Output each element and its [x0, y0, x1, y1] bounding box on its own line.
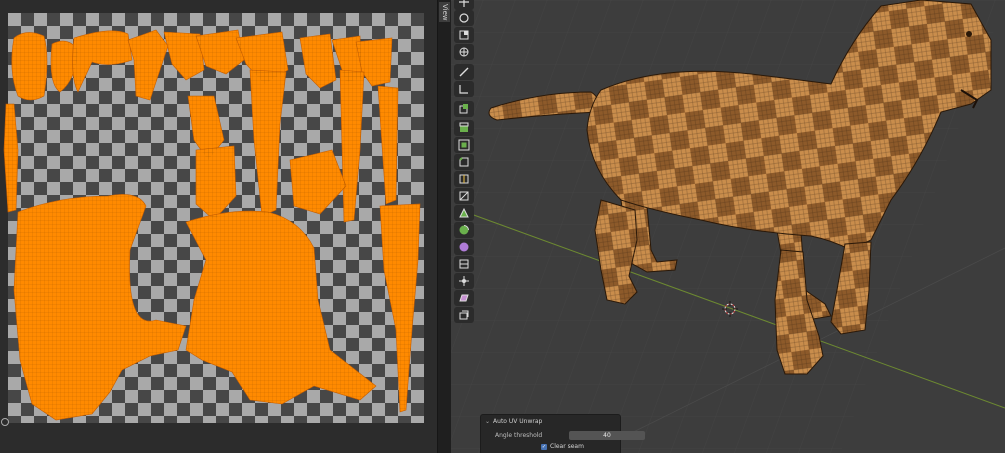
uv-islands-layer[interactable] — [0, 0, 437, 453]
scale-icon[interactable] — [454, 27, 474, 43]
rotate-icon[interactable] — [454, 10, 474, 26]
uv-sidebar-strip: View — [437, 0, 452, 453]
smooth-icon[interactable] — [454, 239, 474, 255]
clear-seam-label: Clear seam — [550, 443, 584, 450]
bevel-icon[interactable] — [454, 154, 474, 170]
viewport-scene[interactable] — [451, 0, 1005, 453]
clear-seam-checkbox[interactable]: ✓ — [541, 443, 547, 450]
panel-header[interactable]: ⌄ Auto UV Unwrap — [485, 418, 542, 425]
panel-title: Auto UV Unwrap — [493, 418, 543, 425]
transform-icon[interactable] — [454, 44, 474, 60]
add-cube-icon[interactable] — [454, 101, 474, 117]
knife-icon[interactable] — [454, 188, 474, 204]
shear-icon[interactable] — [454, 290, 474, 306]
edge-slide-icon[interactable] — [454, 256, 474, 272]
poly-build-icon[interactable] — [454, 205, 474, 221]
loop-cut-icon[interactable] — [454, 171, 474, 187]
uv-editor[interactable] — [0, 0, 437, 453]
adjust-last-operation-panel[interactable]: ⌄ Auto UV Unwrap Angle threshold 40 ✓ Cl… — [480, 414, 645, 453]
measure-icon[interactable] — [454, 81, 474, 97]
chevron-down-icon[interactable]: ⌄ — [485, 418, 490, 425]
tab-view[interactable]: View — [439, 2, 450, 22]
uv-cursor-icon[interactable] — [1, 418, 9, 426]
spin-icon[interactable] — [454, 222, 474, 238]
annotate-icon[interactable] — [454, 64, 474, 80]
cat-eye — [966, 31, 972, 37]
clear-seam-option[interactable]: ✓ Clear seam — [541, 443, 584, 450]
move-icon[interactable] — [454, 0, 474, 10]
angle-threshold-field[interactable]: 40 — [569, 431, 645, 440]
rip-region-icon[interactable] — [454, 307, 474, 323]
3d-viewport[interactable]: ⌄ Auto UV Unwrap Angle threshold 40 ✓ Cl… — [451, 0, 1005, 453]
shrink-fatten-icon[interactable] — [454, 273, 474, 289]
inset-icon[interactable] — [454, 137, 474, 153]
angle-threshold-label: Angle threshold — [495, 432, 543, 439]
extrude-icon[interactable] — [454, 120, 474, 136]
